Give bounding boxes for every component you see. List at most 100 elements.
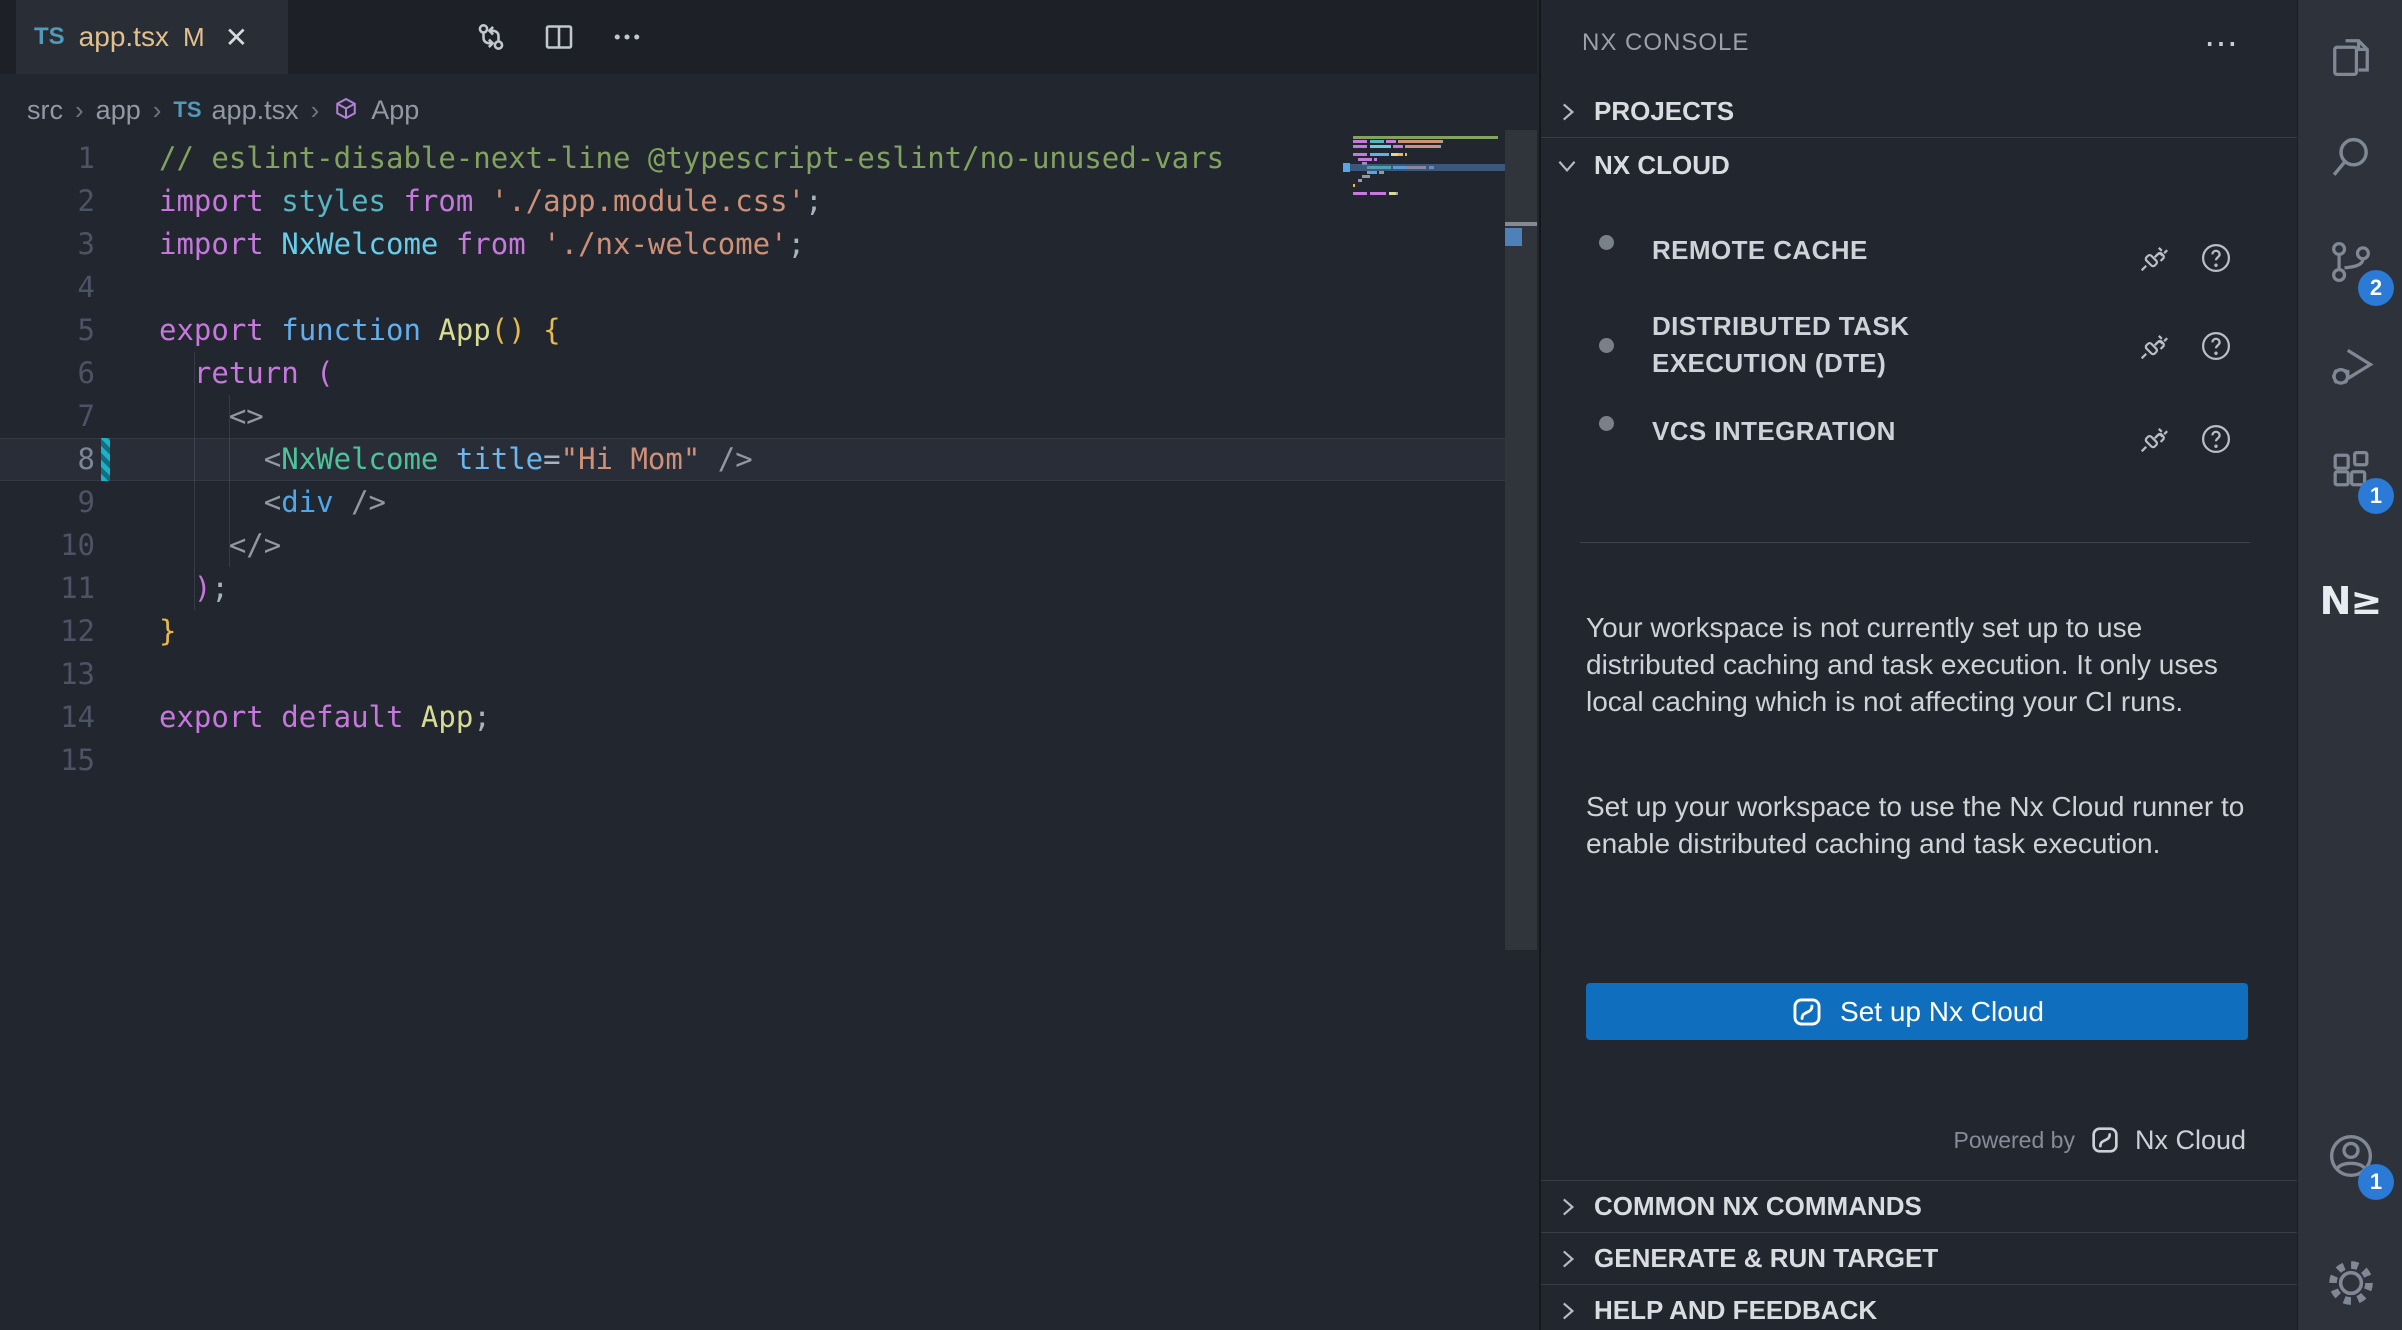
code-line-4[interactable]: 4 [0, 266, 1537, 309]
split-editor-button[interactable] [539, 17, 579, 57]
section-label: COMMON NX COMMANDS [1594, 1191, 1922, 1222]
breadcrumb-item[interactable]: app.tsx [212, 95, 299, 126]
line-number: 8 [0, 438, 95, 481]
status-dot-icon [1599, 338, 1614, 353]
line-number: 3 [0, 223, 95, 266]
chevron-right-icon [1554, 1246, 1580, 1272]
code-line-15[interactable]: 15 [0, 739, 1537, 782]
editor-more-actions-button[interactable] [607, 17, 647, 57]
overview-ruler-tick [1505, 222, 1537, 226]
code-line-7[interactable]: 7 <> [0, 395, 1537, 438]
symbol-class-icon [331, 95, 361, 125]
panel-title: NX CONSOLE [1582, 29, 1749, 57]
code-line-text: <NxWelcome title="Hi Mom" /> [159, 438, 753, 481]
nx-logo-icon: N≥ [2320, 579, 2382, 623]
code-editor[interactable]: 1// eslint-disable-next-line @typescript… [0, 137, 1537, 1330]
section-common-nx-commands[interactable]: COMMON NX COMMANDS [1541, 1180, 2299, 1232]
code-line-14[interactable]: 14export default App; [0, 696, 1537, 739]
minimap-current-line-highlight [1343, 164, 1505, 171]
line-number: 10 [0, 524, 95, 567]
setup-nx-cloud-button[interactable]: Set up Nx Cloud [1586, 983, 2248, 1040]
tab-filename: app.tsx [79, 21, 169, 53]
tab-bar: TS app.tsx M ✕ [0, 0, 1537, 74]
minimap-line [1343, 136, 1505, 139]
badge: 2 [2358, 270, 2394, 306]
code-line-3[interactable]: 3import NxWelcome from './nx-welcome'; [0, 223, 1537, 266]
connect-plug-icon[interactable] [2136, 421, 2172, 457]
help-question-icon[interactable] [2198, 240, 2234, 276]
panel-title-row: NX CONSOLE ⋯ [1541, 0, 2299, 86]
status-dot-icon [1599, 235, 1614, 250]
sidebar-item-nx-console[interactable]: N≥ [2298, 553, 2402, 649]
panel-more-actions-icon[interactable]: ⋯ [2204, 24, 2241, 64]
code-line-text: } [159, 610, 176, 653]
section-generate-run-target[interactable]: GENERATE & RUN TARGET [1541, 1232, 2299, 1284]
sidebar-item-source-control[interactable]: 2 [2298, 214, 2402, 310]
tab-app-tsx[interactable]: TS app.tsx M ✕ [16, 0, 288, 74]
minimap-line [1343, 153, 1505, 156]
section-help-and-feedback[interactable]: HELP AND FEEDBACK [1541, 1284, 2299, 1330]
workspace-status-text: Your workspace is not currently set up t… [1586, 609, 2258, 720]
code-line-10[interactable]: 10 </> [0, 524, 1537, 567]
breadcrumb: src›app›TSapp.tsx›App [0, 84, 1537, 136]
sidebar-item-explorer[interactable] [2298, 9, 2402, 105]
help-question-icon[interactable] [2198, 328, 2234, 364]
code-line-9[interactable]: 9 <div /> [0, 481, 1537, 524]
setup-nx-cloud-label: Set up Nx Cloud [1840, 996, 2044, 1028]
chevron-right-icon [1554, 99, 1580, 125]
code-line-11[interactable]: 11 ); [0, 567, 1537, 610]
section-label: GENERATE & RUN TARGET [1594, 1243, 1938, 1274]
code-line-text: export function App() { [159, 309, 561, 352]
code-line-13[interactable]: 13 [0, 653, 1537, 696]
close-tab-icon[interactable]: ✕ [225, 21, 248, 54]
line-number: 12 [0, 610, 95, 653]
powered-by-label: Powered by [1953, 1127, 2074, 1154]
code-line-5[interactable]: 5 export function App() { [0, 309, 1537, 352]
breadcrumb-separator: › [309, 95, 322, 126]
activity-bar: 2 1 N≥ 1 [2297, 0, 2402, 1330]
section-nx-cloud[interactable]: NX CLOUD [1541, 139, 2299, 191]
line-number: 5 [0, 309, 95, 352]
minimap-line [1343, 197, 1505, 200]
breadcrumb-item[interactable]: app [96, 95, 141, 126]
setup-instructions-text: Set up your workspace to use the Nx Clou… [1586, 788, 2258, 862]
git-modified-badge: M [183, 22, 205, 53]
connect-plug-icon[interactable] [2136, 240, 2172, 276]
editor-toolbar [471, 0, 647, 74]
editor-scrollbar[interactable] [1505, 0, 1537, 1330]
breadcrumb-item[interactable]: App [371, 95, 419, 126]
sidebar-item-extensions[interactable]: 1 [2298, 422, 2402, 518]
debug-icon [2325, 340, 2377, 392]
breadcrumb-item[interactable]: src [27, 95, 63, 126]
minimap-line [1343, 158, 1505, 161]
files-icon [2325, 31, 2377, 83]
minimap-line [1343, 188, 1505, 191]
badge: 1 [2358, 478, 2394, 514]
help-question-icon[interactable] [2198, 421, 2234, 457]
status-dot-icon [1599, 416, 1614, 431]
code-line-1[interactable]: 1// eslint-disable-next-line @typescript… [0, 137, 1537, 180]
connect-plug-icon[interactable] [2136, 328, 2172, 364]
minimap-line [1343, 145, 1505, 148]
code-line-text: // eslint-disable-next-line @typescript-… [159, 137, 1224, 180]
section-projects[interactable]: PROJECTS [1541, 86, 2299, 138]
minimap-line [1343, 175, 1505, 178]
nx-console-panel: NX CONSOLE ⋯ PROJECTS NX CLOUD REMOTE CA… [1539, 0, 2297, 1330]
sidebar-item-accounts[interactable]: 1 [2298, 1108, 2402, 1204]
scrollbar-slider[interactable] [1505, 130, 1537, 950]
line-number: 6 [0, 352, 95, 395]
bottom-sections: COMMON NX COMMANDS GENERATE & RUN TARGET H… [1541, 1180, 2299, 1330]
section-nx-cloud-label: NX CLOUD [1594, 150, 1730, 181]
code-line-12[interactable]: 12} [0, 610, 1537, 653]
open-changes-button[interactable] [471, 17, 511, 57]
code-line-text: ); [159, 567, 229, 610]
sidebar-item-search[interactable] [2298, 109, 2402, 205]
section-projects-label: PROJECTS [1594, 96, 1734, 127]
sidebar-item-run-debug[interactable] [2298, 318, 2402, 414]
breadcrumb-separator: › [151, 95, 164, 126]
code-line-8[interactable]: 8 <NxWelcome title="Hi Mom" /> [0, 438, 1537, 481]
code-line-6[interactable]: 6 return ( [0, 352, 1537, 395]
sidebar-item-settings[interactable] [2298, 1235, 2402, 1330]
section-label: HELP AND FEEDBACK [1594, 1295, 1877, 1326]
code-line-2[interactable]: 2import styles from './app.module.css'; [0, 180, 1537, 223]
